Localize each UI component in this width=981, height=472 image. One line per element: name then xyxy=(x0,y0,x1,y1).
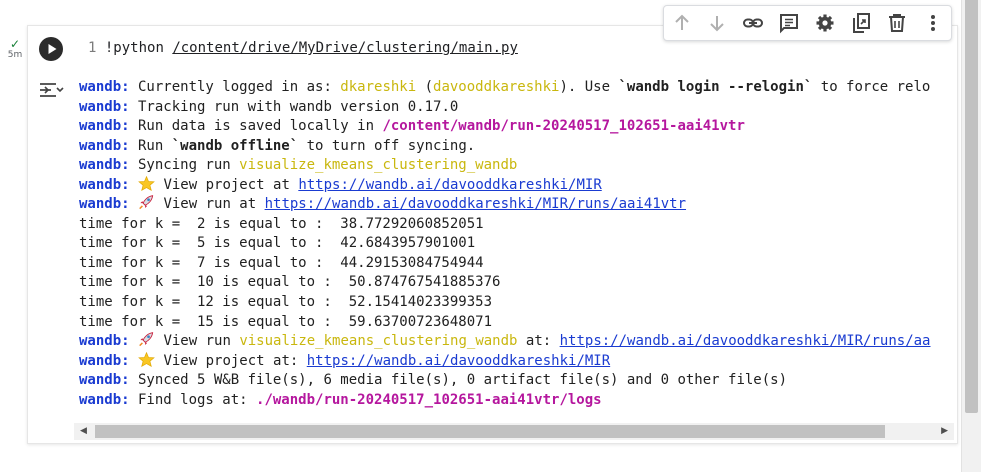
run-link[interactable]: https://wandb.ai/davooddkareshki/MIR/run… xyxy=(265,196,686,212)
output-text: Syncing run xyxy=(129,157,240,174)
star-icon xyxy=(138,175,155,191)
output-actions-button[interactable] xyxy=(38,80,64,100)
run-cell-button[interactable] xyxy=(39,37,63,61)
timing-line: time for k = 5 is equal to : 42.68439579… xyxy=(79,235,476,252)
execution-time: 5m xyxy=(7,50,23,60)
output-text: to force relo xyxy=(812,79,931,95)
arrow-up-icon xyxy=(675,14,689,30)
timing-line: time for k = 15 is equal to : 59.6370072… xyxy=(79,313,493,330)
local-run-path: /content/wandb/run-20240517_102651-aai41… xyxy=(382,118,745,135)
cell-output: wandb: Currently logged in as: dkareshki… xyxy=(79,78,956,418)
star-icon xyxy=(138,351,155,367)
page-scrollbar-thumb[interactable] xyxy=(965,0,978,413)
wandb-entity: davooddkareshki xyxy=(433,79,560,95)
output-line: wandb: Currently logged in as: dkareshki… xyxy=(79,78,956,98)
line-number: 1 xyxy=(88,40,97,56)
wandb-prefix: wandb: xyxy=(79,333,130,350)
timing-line: time for k = 2 is equal to : 38.77292060… xyxy=(79,215,484,232)
wandb-prefix: wandb: xyxy=(79,372,130,389)
output-text: Tracking run with wandb version 0.17.0 xyxy=(129,98,459,115)
output-text: Currently logged in as: xyxy=(129,79,341,95)
scroll-right-arrow-icon[interactable]: ▶ xyxy=(941,426,948,436)
page-vertical-scrollbar[interactable] xyxy=(961,0,981,472)
code-command: !python xyxy=(104,40,173,56)
code-editor-line[interactable]: 1 !python /content/drive/MyDrive/cluster… xyxy=(88,38,518,58)
wandb-prefix: wandb: xyxy=(79,137,130,154)
output-text: Synced 5 W&B file(s), 6 media file(s), 0… xyxy=(129,372,788,389)
output-line: wandb: Run data is saved locally in /con… xyxy=(79,117,956,137)
mirror-cell-button[interactable] xyxy=(849,11,873,35)
trash-icon xyxy=(889,14,905,32)
scroll-left-arrow-icon[interactable]: ◀ xyxy=(80,426,87,436)
more-vert-icon xyxy=(931,15,935,31)
copy-link-button[interactable] xyxy=(741,11,765,35)
comment-icon xyxy=(780,14,798,34)
wandb-prefix: wandb: xyxy=(79,391,130,408)
output-text: ). Use xyxy=(559,79,619,95)
wandb-prefix: wandb: xyxy=(79,157,130,174)
output-line: wandb: Synced 5 W&B file(s), 6 media fil… xyxy=(79,371,956,391)
link-icon xyxy=(743,18,763,28)
move-cell-down-button[interactable] xyxy=(705,11,729,35)
output-text: Run data is saved locally in xyxy=(129,118,383,135)
relogin-command: `wandb login --relogin` xyxy=(618,79,813,95)
output-text: ( xyxy=(416,79,434,95)
play-icon xyxy=(48,44,57,54)
output-text: to turn off syncing. xyxy=(298,137,476,154)
wandb-prefix: wandb: xyxy=(79,352,130,369)
timing-line: time for k = 7 is equal to : 44.29153084… xyxy=(79,254,484,271)
horizontal-scroll-thumb[interactable] xyxy=(95,425,885,438)
offline-command: `wandb offline` xyxy=(171,137,299,154)
output-line: wandb: Run `wandb offline` to turn off s… xyxy=(79,137,956,157)
logs-path: ./wandb/run-20240517_102651-aai41vtr/log… xyxy=(256,391,602,408)
run-name: visualize_kmeans_clustering_wandb xyxy=(239,333,518,350)
move-cell-up-button[interactable] xyxy=(670,11,694,35)
output-line: wandb: Tracking run with wandb version 0… xyxy=(79,98,956,118)
wandb-username: dkareshki xyxy=(340,79,417,95)
rocket-icon xyxy=(138,332,155,347)
mirror-cell-icon xyxy=(853,13,870,33)
cell-settings-button[interactable] xyxy=(813,11,837,35)
output-toggle-icon xyxy=(40,83,64,97)
wandb-prefix: wandb: xyxy=(79,79,130,95)
wandb-prefix: wandb: xyxy=(79,176,130,193)
execution-success-icon: ✓ xyxy=(9,37,21,51)
wandb-prefix: wandb: xyxy=(79,118,130,135)
project-link[interactable]: https://wandb.ai/davooddkareshki/MIR xyxy=(298,177,601,193)
execution-status: ✓ 5m xyxy=(5,38,25,61)
gear-icon xyxy=(816,14,834,32)
output-line: wandb: Find logs at: ./wandb/run-2024051… xyxy=(79,391,956,411)
output-text: Run xyxy=(129,137,172,154)
output-text: at: xyxy=(517,333,560,350)
add-comment-button[interactable] xyxy=(777,11,801,35)
wandb-prefix: wandb: xyxy=(79,196,130,213)
output-text: View run xyxy=(155,333,240,350)
output-line: wandb: View run visualize_kmeans_cluster… xyxy=(79,332,956,352)
project-link[interactable]: https://wandb.ai/davooddkareshki/MIR xyxy=(307,353,610,369)
output-text: Find logs at: xyxy=(129,391,257,408)
rocket-icon xyxy=(138,195,155,210)
arrow-down-icon xyxy=(710,16,724,32)
run-name: visualize_kmeans_clustering_wandb xyxy=(239,157,518,174)
code-path: /content/drive/MyDrive/clustering/main.p… xyxy=(172,40,518,56)
timing-line: time for k = 12 is equal to : 52.1541402… xyxy=(79,294,493,311)
cell-toolbar xyxy=(663,5,952,41)
delete-cell-button[interactable] xyxy=(885,11,909,35)
output-line: wandb: View project at: https://wandb.ai… xyxy=(79,351,956,372)
wandb-prefix: wandb: xyxy=(79,98,130,115)
output-text: View run at xyxy=(155,196,265,213)
output-horizontal-scrollbar[interactable]: ◀ ▶ xyxy=(74,423,954,440)
output-line: wandb: View project at https://wandb.ai/… xyxy=(79,175,956,196)
output-line: wandb: Syncing run visualize_kmeans_clus… xyxy=(79,156,956,176)
timing-line: time for k = 10 is equal to : 50.8747675… xyxy=(79,274,501,291)
run-link[interactable]: https://wandb.ai/davooddkareshki/MIR/run… xyxy=(560,333,931,349)
output-text: View project at: xyxy=(155,352,307,369)
output-text: View project at xyxy=(155,176,299,193)
more-options-button[interactable] xyxy=(921,11,945,35)
output-line: wandb: View run at https://wandb.ai/davo… xyxy=(79,195,956,215)
